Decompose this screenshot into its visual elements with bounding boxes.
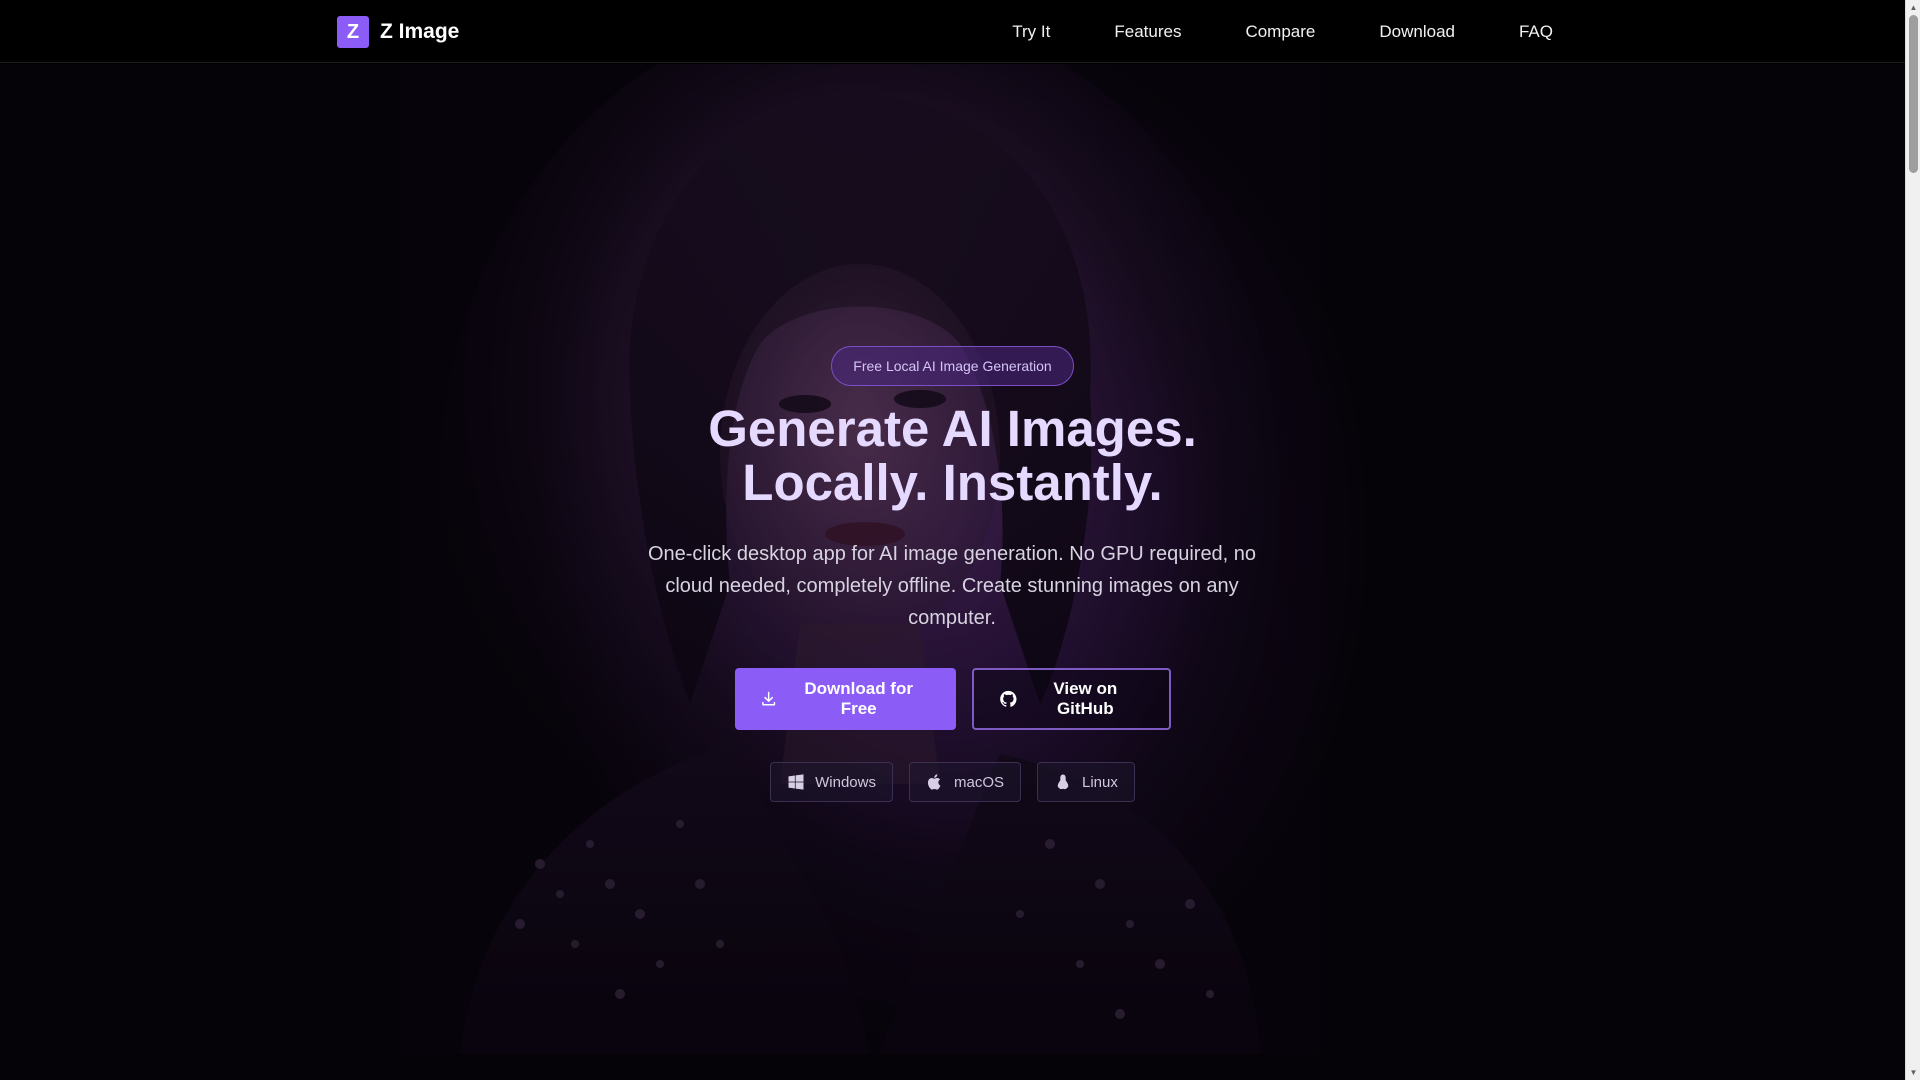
- scroll-down-arrow-icon[interactable]: ▼: [1906, 1065, 1920, 1080]
- scroll-up-arrow-icon[interactable]: ▲: [1906, 0, 1920, 15]
- windows-icon: [788, 774, 804, 790]
- hero-headline-line-1: Generate AI Images.: [708, 400, 1197, 457]
- apple-icon: [927, 774, 941, 790]
- github-icon: [999, 690, 1016, 707]
- cta-row: Download for Free View on GitHub: [0, 668, 1905, 730]
- hero-badge: Free Local AI Image Generation: [831, 346, 1074, 386]
- platform-chip-windows: Windows: [770, 762, 893, 802]
- download-for-free-button[interactable]: Download for Free: [734, 668, 956, 730]
- platform-chip-macos: macOS: [908, 762, 1021, 802]
- view-on-github-label: View on GitHub: [1053, 679, 1118, 718]
- platform-row: Windows macOS Linux: [0, 762, 1905, 802]
- brand-logo[interactable]: Z: [337, 16, 369, 48]
- nav-link-faq[interactable]: FAQ: [1519, 22, 1553, 42]
- linux-icon: [1057, 774, 1069, 790]
- brand-name[interactable]: Z Image: [380, 20, 459, 44]
- nav-link-features[interactable]: Features: [1114, 22, 1181, 42]
- navbar: Z Z Image Try It Features Compare Downlo…: [0, 0, 1905, 63]
- nav-links: Try It Features Compare Download FAQ: [1012, 0, 1553, 63]
- download-for-free-label: Download for Free: [804, 679, 913, 718]
- hero-section: Free Local AI Image Generation Generate …: [0, 64, 1905, 1080]
- hero-subtext: One-click desktop app for AI image gener…: [647, 543, 1257, 629]
- nav-link-download[interactable]: Download: [1379, 22, 1455, 42]
- view-on-github-button[interactable]: View on GitHub: [971, 668, 1171, 730]
- page: Z Z Image Try It Features Compare Downlo…: [0, 0, 1905, 1080]
- hero-headline-line-2: Locally. Instantly.: [742, 454, 1163, 511]
- download-icon: [761, 691, 775, 706]
- platform-label-macos: macOS: [953, 773, 1004, 791]
- platform-label-windows: Windows: [815, 773, 876, 791]
- page-scrollbar[interactable]: ▲ ▼: [1905, 0, 1920, 1080]
- platform-chip-linux: Linux: [1037, 762, 1135, 802]
- nav-link-compare[interactable]: Compare: [1245, 22, 1315, 42]
- platform-label-linux: Linux: [1082, 773, 1118, 791]
- nav-link-try-it[interactable]: Try It: [1012, 22, 1050, 42]
- brand[interactable]: Z Z Image: [337, 16, 459, 48]
- hero-headline: Generate AI Images. Locally. Instantly.: [0, 402, 1905, 510]
- scrollbar-thumb[interactable]: [1909, 15, 1918, 173]
